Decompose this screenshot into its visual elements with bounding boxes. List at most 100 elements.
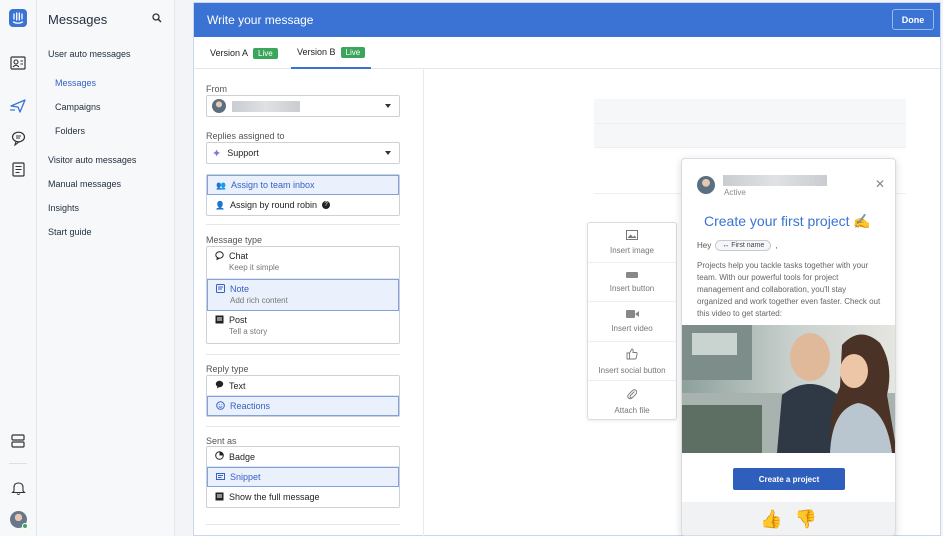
video-icon [625,309,639,320]
assign-team-inbox-option[interactable]: 👥 Assign to team inbox [207,175,399,195]
button-icon [626,271,638,280]
from-select[interactable] [206,95,400,117]
badge-icon [215,451,224,462]
chat-bubble-icon [215,251,224,262]
insert-menu: Insert image Insert button Insert video … [587,222,677,420]
assign-options: 👥 Assign to team inbox 👤 Assign by round… [206,174,400,216]
reply-type-reactions[interactable]: Reactions [207,396,399,416]
apps-icon[interactable] [9,432,27,450]
menu-item-label: Insert social button [598,365,666,375]
option-title: Note [230,284,250,294]
thumbs-up-reaction[interactable]: 👍 [760,509,782,530]
settings-form: From Replies assigned to ✦ Support 👥 Ass… [194,69,424,536]
reply-type-label: Reply type [206,364,249,374]
message-editor: Write your message Done Version A Live V… [193,2,941,536]
insert-social-button-item[interactable]: Insert social button [588,342,676,382]
section-divider [206,354,400,355]
nav-title: Messages [48,12,108,27]
live-badge: Live [253,47,278,59]
menu-item-label: Attach file [614,405,650,415]
tab-version-b[interactable]: Version B Live [291,37,372,69]
background-line [594,123,906,124]
sender-status: Active [724,188,746,197]
person-icon: 👤 [215,200,225,210]
messages-nav: Messages User auto messages Messages Cam… [37,0,175,536]
message-body[interactable]: Projects help you tackle tasks together … [697,260,883,320]
greeting-text: Hey [697,241,712,250]
sparkle-icon: ✦ [212,147,222,160]
message-type-chat[interactable]: Chat Keep it simple [207,247,399,279]
editor-title: Write your message [207,13,314,27]
menu-item-label: Insert button [609,283,655,293]
nav-item-campaigns[interactable]: Campaigns [55,102,101,112]
rail-divider [9,463,27,464]
option-label: Assign to team inbox [230,180,315,190]
reactions-bar: 👍 👎 [682,502,895,535]
sent-as-options: Badge Snippet Show the full message [206,446,400,508]
option-label: Text [229,380,246,391]
nav-item-manual-messages[interactable]: Manual messages [48,179,121,189]
message-type-note[interactable]: Note Add rich content [207,279,399,311]
articles-icon[interactable] [9,160,27,178]
attribute-icon: ↔ [722,242,730,249]
live-badge: Live [340,46,366,58]
option-label: Badge [229,451,256,462]
intercom-logo-icon[interactable] [9,9,27,27]
thumbs-down-reaction[interactable]: 👎 [795,509,817,530]
insert-button-item[interactable]: Insert button [588,263,676,303]
option-label: Snippet [230,472,261,482]
first-name-attribute[interactable]: ↔ First name [715,240,772,251]
version-tabs: Version A Live Version B Live [194,37,940,69]
greeting-line[interactable]: Hey ↔ First name , [697,240,777,251]
notifications-icon[interactable] [9,479,27,497]
sent-as-label: Sent as [206,436,237,446]
sent-as-badge[interactable]: Badge [207,447,399,467]
insert-image-item[interactable]: Insert image [588,223,676,263]
post-icon [215,315,224,326]
chevron-down-icon [385,151,391,155]
full-message-icon [215,492,224,503]
reply-type-options: Text Reactions [206,375,400,417]
message-type-post[interactable]: Post Tell a story [207,311,399,343]
team-icon: 👥 [216,180,226,190]
icon-rail [0,0,37,536]
chevron-down-icon [385,104,391,108]
nav-item-visitor-auto-messages[interactable]: Visitor auto messages [48,155,136,165]
nav-item-start-guide[interactable]: Start guide [48,227,92,237]
sender-avatar [697,176,715,194]
greeting-suffix: , [775,241,778,250]
tab-version-a[interactable]: Version A Live [204,37,284,69]
attribute-label: First name [731,242,765,249]
replies-select[interactable]: ✦ Support [206,142,400,164]
nav-item-folders[interactable]: Folders [55,126,85,136]
sender-name-redacted [232,100,300,112]
reply-type-text[interactable]: Text [207,376,399,396]
message-preview-card: Active ✕ Create your first project ✍️ He… [681,158,896,536]
insert-video-item[interactable]: Insert video [588,302,676,342]
search-icon[interactable] [152,13,164,25]
video-thumbnail[interactable] [682,325,895,453]
help-icon[interactable]: ? [322,201,331,209]
nav-item-messages[interactable]: Messages [55,78,96,88]
attach-file-item[interactable]: Attach file [588,381,676,421]
nav-item-insights[interactable]: Insights [48,203,79,213]
paperclip-icon [627,388,638,402]
create-project-button[interactable]: Create a project [733,468,845,490]
option-label: Assign by round robin [229,200,318,210]
sent-as-full-message[interactable]: Show the full message [207,487,399,507]
message-title[interactable]: Create your first project ✍️ [704,213,871,230]
assign-round-robin-option[interactable]: 👤 Assign by round robin ? [207,195,399,215]
option-label: Reactions [230,401,271,411]
option-subtitle: Tell a story [229,327,268,336]
smiley-icon [216,400,225,412]
nav-item-user-auto-messages[interactable]: User auto messages [48,49,131,59]
message-type-options: Chat Keep it simple Note Add rich conten… [206,246,400,344]
close-icon[interactable]: ✕ [875,177,885,191]
contacts-icon[interactable] [9,54,27,72]
user-avatar[interactable] [9,510,28,529]
inbox-icon[interactable] [9,129,27,147]
sent-as-snippet[interactable]: Snippet [207,467,399,487]
option-label: Show the full message [229,492,320,502]
outbound-icon[interactable] [9,97,27,115]
done-button[interactable]: Done [892,9,934,30]
